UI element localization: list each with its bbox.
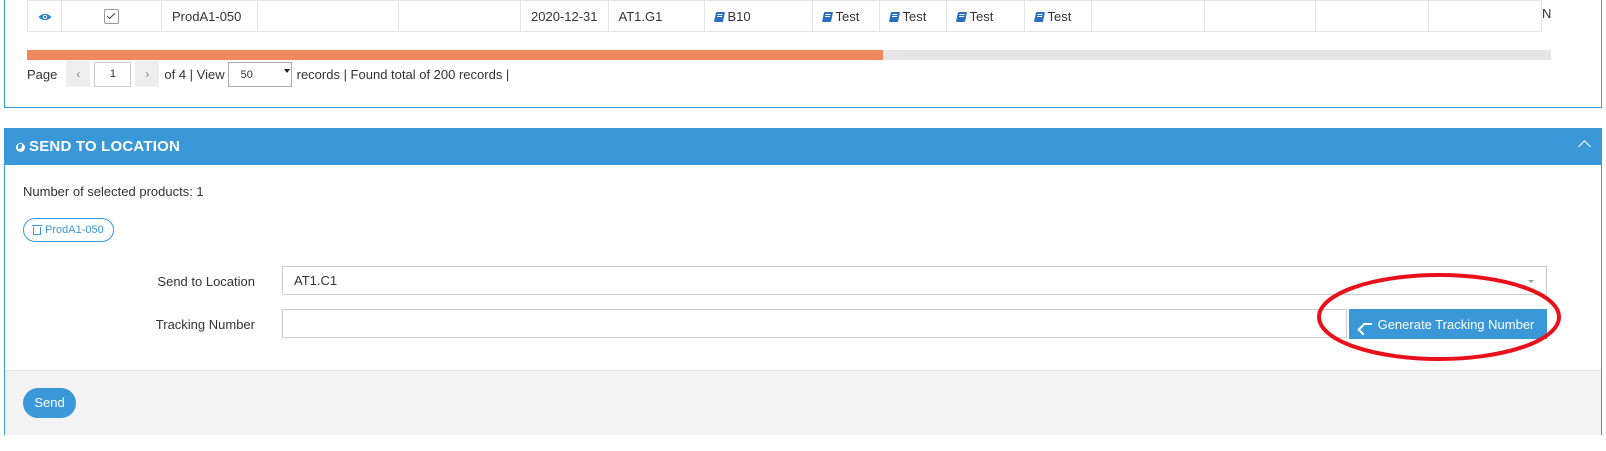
selected-product-tag[interactable]: ProdA1-050 [23, 218, 114, 242]
pagination: Page ‹ › of 4 | View 50 records | Found … [27, 60, 509, 88]
send-button[interactable]: Send [23, 388, 76, 418]
generate-tracking-button[interactable]: Generate Tracking Number [1349, 309, 1547, 339]
page-label: Page [27, 66, 58, 82]
test-cell[interactable]: Test [1023, 0, 1092, 32]
page-total-label: of 4 | View [164, 66, 225, 82]
per-page-value: 50 [240, 68, 253, 81]
tracking-number-input[interactable] [282, 309, 1347, 338]
page-number-input[interactable] [94, 61, 132, 87]
prev-page-button[interactable]: ‹ [66, 61, 91, 87]
records-label: records | Found total of 200 records | [296, 66, 510, 82]
per-page-select[interactable]: 50 [227, 61, 292, 87]
product-cell: ProdA1-050 [161, 0, 258, 32]
trailing-cell: N [1542, 6, 1552, 21]
generate-tracking-label: Generate Tracking Number [1377, 316, 1535, 332]
table-row[interactable]: ProdA1-050 2020-12-31 AT1.G1 B10 Test Te… [27, 0, 1542, 32]
selected-count-text: Number of selected products: 1 [23, 184, 204, 199]
empty-cell [1203, 0, 1316, 32]
chevron-up-icon[interactable] [1578, 140, 1591, 153]
panel-header[interactable]: SEND TO LOCATION [5, 129, 1601, 165]
eye-icon[interactable] [38, 12, 52, 22]
view-cell[interactable] [27, 0, 62, 32]
horizontal-scrollbar[interactable] [27, 50, 1551, 60]
selected-product-label: ProdA1-050 [45, 224, 104, 236]
book-icon [713, 11, 725, 22]
next-page-button[interactable]: › [135, 61, 160, 87]
product-grid-panel: ProdA1-050 2020-12-31 AT1.G1 B10 Test Te… [4, 0, 1602, 108]
empty-cell [1090, 0, 1205, 32]
product-table: ProdA1-050 2020-12-31 AT1.G1 B10 Test Te… [27, 0, 1542, 32]
chevron-down-icon [283, 68, 290, 73]
empty-cell [1314, 0, 1429, 32]
b-cell-label: B10 [727, 8, 751, 24]
date-cell: 2020-12-31 [520, 0, 609, 32]
chevron-down-icon [1528, 280, 1534, 283]
trash-icon[interactable] [32, 225, 42, 235]
test-cell[interactable]: Test [878, 0, 947, 32]
row-checkbox[interactable] [104, 9, 119, 25]
test-cell-label: Test [835, 8, 860, 24]
book-icon [1033, 11, 1045, 22]
book-icon [821, 11, 833, 22]
location-select-value: AT1.C1 [294, 273, 338, 288]
select-cell[interactable] [61, 0, 162, 32]
send-to-location-panel: SEND TO LOCATION Number of selected prod… [4, 128, 1602, 435]
tracking-label: Tracking Number [155, 317, 255, 332]
empty-cell [257, 0, 399, 32]
location-cell: AT1.G1 [607, 0, 705, 32]
location-select[interactable]: AT1.C1 [282, 266, 1547, 295]
arrow-left-icon [1362, 319, 1372, 329]
test-cell-label: Test [902, 8, 927, 24]
book-icon [888, 11, 900, 22]
location-label: Send to Location [157, 274, 255, 289]
b-cell[interactable]: B10 [703, 0, 813, 32]
test-cell-label: Test [969, 8, 994, 24]
panel-footer: Send [5, 370, 1601, 435]
panel-title: SEND TO LOCATION [29, 138, 180, 155]
test-cell[interactable]: Test [811, 0, 880, 32]
book-icon [955, 11, 967, 22]
globe-icon [16, 143, 25, 152]
test-cell-label: Test [1047, 8, 1072, 24]
test-cell[interactable]: Test [945, 0, 1025, 32]
empty-cell [1427, 0, 1542, 32]
empty-cell [398, 0, 521, 32]
scrollbar-thumb[interactable] [27, 50, 884, 60]
